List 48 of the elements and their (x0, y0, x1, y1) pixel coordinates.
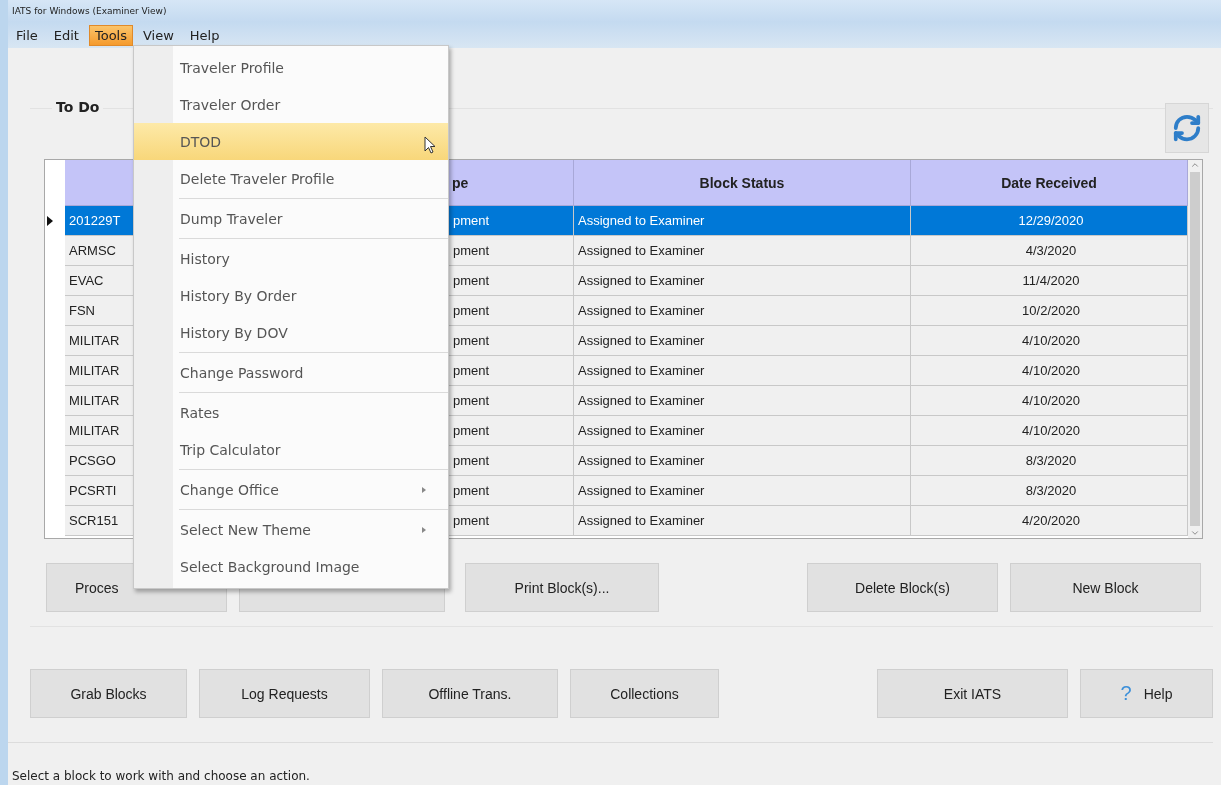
table-cell: 4/10/2020 (911, 356, 1188, 386)
table-cell: MILITAR (65, 386, 135, 416)
table-cell: Assigned to Examiner (574, 386, 911, 416)
table-cell: 12/29/2020 (911, 206, 1188, 236)
table-cell: PCSRTI (65, 476, 135, 506)
table-cell: Assigned to Examiner (574, 236, 911, 266)
table-cell: SCR151 (65, 506, 135, 536)
table-cell: FSN (65, 296, 135, 326)
table-cell: 8/3/2020 (911, 476, 1188, 506)
table-cell: Assigned to Examiner (574, 416, 911, 446)
status-text: Select a block to work with and choose an action. (12, 769, 310, 783)
table-cell: MILITAR (65, 416, 135, 446)
table-cell: Assigned to Examiner (574, 266, 911, 296)
table-cell: 10/2/2020 (911, 296, 1188, 326)
table-cell: Assigned to Examiner (574, 296, 911, 326)
group-title: To Do (52, 99, 104, 115)
table-cell: Assigned to Examiner (574, 356, 911, 386)
table-cell: pment (449, 386, 574, 416)
table-cell: 11/4/2020 (911, 266, 1188, 296)
table-cell: Assigned to Examiner (574, 206, 911, 236)
help-icon: ? (1120, 682, 1132, 705)
table-cell: pment (449, 476, 574, 506)
table-cell: Assigned to Examiner (574, 446, 911, 476)
window-title: IATS for Windows (Examiner View) (12, 6, 167, 16)
table-cell: pment (449, 266, 574, 296)
table-cell: EVAC (65, 266, 135, 296)
table-cell: 4/20/2020 (911, 506, 1188, 536)
table-cell: MILITAR (65, 356, 135, 386)
table-cell: MILITAR (65, 326, 135, 356)
table-cell: 4/10/2020 (911, 326, 1188, 356)
table-cell: pment (449, 236, 574, 266)
table-cell: 8/3/2020 (911, 446, 1188, 476)
table-cell: Assigned to Examiner (574, 326, 911, 356)
table-cell: Assigned to Examiner (574, 476, 911, 506)
table-cell: pment (449, 416, 574, 446)
table-cell: pment (449, 356, 574, 386)
table-cell: ARMSC (65, 236, 135, 266)
table-cell: pment (449, 506, 574, 536)
table-cell: 201229T (65, 206, 135, 236)
table-cell: pment (449, 326, 574, 356)
table-cell: 4/10/2020 (911, 416, 1188, 446)
table-cell: pment (449, 206, 574, 236)
table-cell: Assigned to Examiner (574, 506, 911, 536)
table-cell: 4/3/2020 (911, 236, 1188, 266)
table-cell: pment (449, 296, 574, 326)
table-cell: 4/10/2020 (911, 386, 1188, 416)
table-cell: pment (449, 446, 574, 476)
table-cell: PCSGO (65, 446, 135, 476)
